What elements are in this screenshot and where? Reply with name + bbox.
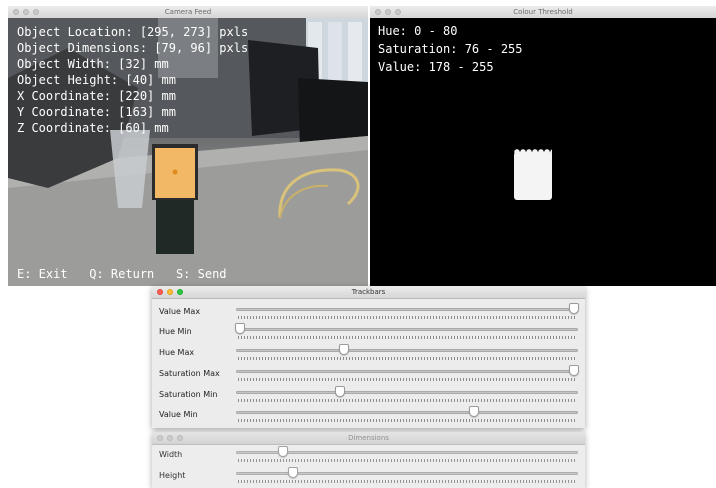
trackbar-thumb[interactable] [569,365,579,376]
trackbar-thumb[interactable] [468,406,479,417]
trackbar-thumb[interactable] [278,446,289,457]
value-max-trackbar: Value Max [152,302,585,322]
value-range-text: Value: 178 - 255 [378,60,494,74]
trackbar-label: Value Max [159,307,201,316]
camera-feed-window: Camera Feed Object Location: [295, 273] … [8,6,368,286]
trackbar-thumb[interactable] [338,344,349,355]
trackbar-ticks [238,316,576,319]
dimensions-titlebar[interactable]: Dimensions [152,432,585,445]
trackbar-track[interactable] [236,328,578,331]
trackbar-label: Value Min [159,410,198,419]
trackbar-ticks [238,480,576,483]
trackbar-track[interactable] [236,308,578,311]
object-width-text: Object Width: [32] mm [17,57,169,71]
value-min-trackbar: Value Min [152,405,585,425]
key-help-text: E: Exit Q: Return S: Send [17,267,227,281]
trackbars-window: Trackbars Value Max Hue Min Hue Max Satu… [152,286,585,428]
trackbars-titlebar[interactable]: Trackbars [152,286,585,299]
trackbar-track[interactable] [236,349,578,352]
trackbar-ticks [238,378,576,381]
trackbar-ticks [238,357,576,360]
colour-threshold-title: Colour Threshold [513,8,573,16]
trackbar-label: Saturation Max [159,369,220,378]
trackbar-track[interactable] [236,370,578,373]
trackbars-title: Trackbars [351,288,386,296]
dimensions-title: Dimensions [348,434,389,442]
dimensions-window: Dimensions Width Height [152,432,585,488]
trackbar-thumb[interactable] [569,303,579,314]
trackbar-label: Hue Min [159,327,192,336]
saturation-range-text: Saturation: 76 - 255 [378,42,523,56]
saturation-max-trackbar: Saturation Max [152,364,585,384]
trackbar-label: Height [159,471,186,480]
camera-feed-title: Camera Feed [164,8,212,16]
width-trackbar: Width [152,445,585,465]
y-coordinate-text: Y Coordinate: [163] mm [17,105,176,119]
trackbar-thumb[interactable] [335,386,346,397]
hue-range-text: Hue: 0 - 80 [378,24,458,38]
trackbar-ticks [238,336,576,339]
hue-max-trackbar: Hue Max [152,343,585,363]
object-location-text: Object Location: [295, 273] pxls [17,25,249,39]
colour-threshold-window: Colour Threshold Hue: 0 - 80 Saturation:… [370,6,716,286]
trackbar-track[interactable] [236,391,578,394]
trackbar-track[interactable] [236,472,578,475]
trackbar-track[interactable] [236,411,578,414]
x-coordinate-text: X Coordinate: [220] mm [17,89,176,103]
trackbar-thumb[interactable] [288,467,299,478]
saturation-min-trackbar: Saturation Min [152,385,585,405]
trackbar-ticks [238,459,576,462]
height-trackbar: Height [152,466,585,486]
trackbar-ticks [238,399,576,402]
hue-min-trackbar: Hue Min [152,322,585,342]
trackbar-thumb[interactable] [235,323,245,334]
trackbar-label: Saturation Min [159,390,218,399]
trackbar-label: Width [159,450,183,459]
z-coordinate-text: Z Coordinate: [60] mm [17,121,169,135]
detected-object-blob [514,149,552,200]
object-height-text: Object Height: [40] mm [17,73,176,87]
threshold-mask-image: Hue: 0 - 80 Saturation: 76 - 255 Value: … [370,18,716,286]
camera-image: Object Location: [295, 273] pxls Object … [8,18,368,286]
trackbar-ticks [238,419,576,422]
object-dimensions-text: Object Dimensions: [79, 96] pxls [17,41,249,55]
trackbar-label: Hue Max [159,348,195,357]
